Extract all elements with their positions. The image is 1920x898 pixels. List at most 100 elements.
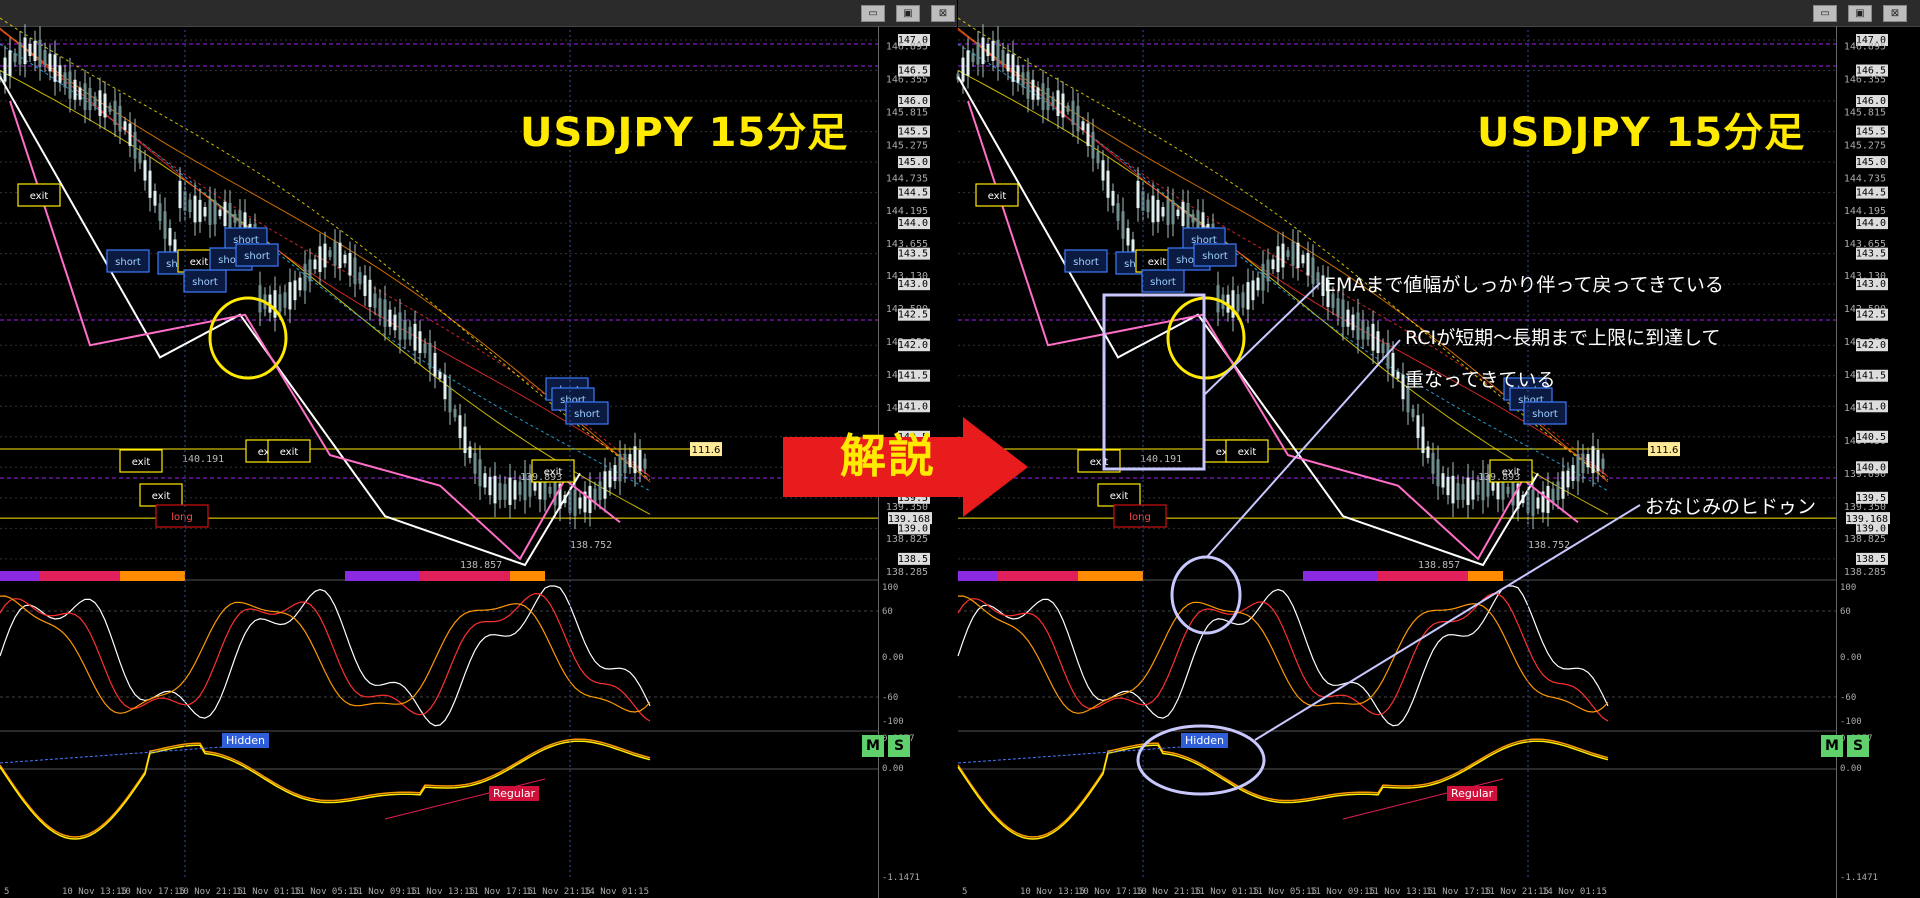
annotation-rci-line1: RCIが短期～長期まで上限に到達して xyxy=(1405,327,1721,349)
candle-body xyxy=(188,199,192,213)
candle-body xyxy=(1411,408,1415,418)
right-chart-title: USDJPY 15分足 xyxy=(1477,110,1806,156)
candle-body xyxy=(623,453,627,474)
candle-body xyxy=(108,105,112,112)
candle-body xyxy=(23,37,27,65)
candle-body xyxy=(1266,259,1270,282)
candle-body xyxy=(1291,241,1295,266)
candle-body xyxy=(28,43,32,57)
candle-body xyxy=(463,426,467,454)
candle-body xyxy=(633,446,637,474)
highlight-circle xyxy=(208,296,288,380)
candle-body xyxy=(971,53,975,63)
signal-label: long xyxy=(1129,512,1151,523)
signal-label: short xyxy=(574,409,600,420)
rci-line xyxy=(957,595,1609,714)
candle-body xyxy=(961,57,965,82)
candle-body xyxy=(976,42,980,65)
x-tick-label: 5 xyxy=(4,887,9,897)
x-tick-label: 11 Nov 17:15 xyxy=(468,887,533,897)
right-regular-tag: Regular xyxy=(1447,786,1498,801)
candle-body xyxy=(518,481,522,495)
candle-body xyxy=(1276,246,1280,273)
x-tick-label: 11 Nov 05:15 xyxy=(1252,887,1317,897)
candle-body xyxy=(618,454,622,482)
rci-line xyxy=(0,585,651,727)
candle-body xyxy=(343,254,347,264)
signal-label: short xyxy=(192,277,218,288)
candle-body xyxy=(303,263,307,291)
candle-body xyxy=(1586,454,1590,468)
candle-body xyxy=(1041,83,1045,110)
candle-body xyxy=(363,275,367,296)
left-regular-tag: Regular xyxy=(489,786,540,801)
candle-body xyxy=(293,280,297,301)
candle-body xyxy=(168,228,172,246)
x-tick-label: 5 xyxy=(962,887,967,897)
x-tick-label: 11 Nov 09:15 xyxy=(1310,887,1375,897)
candle-body xyxy=(493,475,497,504)
candle-body xyxy=(8,50,12,76)
candle-body xyxy=(1371,323,1375,351)
candle-body xyxy=(1366,326,1370,340)
signal-label: exit xyxy=(280,447,299,458)
x-tick-label: 11 Nov 01:15 xyxy=(236,887,301,897)
price-annotation: 138.752 xyxy=(1528,540,1570,551)
candle-body xyxy=(413,323,417,351)
candle-body xyxy=(1376,331,1380,354)
candle-body xyxy=(1031,79,1035,100)
left-m-button[interactable]: M xyxy=(862,735,884,757)
level-label: 111.6 xyxy=(692,445,721,456)
candle-body xyxy=(158,203,162,221)
candle-body xyxy=(113,100,117,125)
candle-body xyxy=(1236,294,1240,312)
candle-body xyxy=(398,312,402,340)
signal-label: exit xyxy=(190,257,209,268)
candle-body xyxy=(348,252,352,276)
candle-body xyxy=(228,202,232,229)
candle-body xyxy=(1361,319,1365,340)
candle-body xyxy=(986,43,990,57)
candle-body xyxy=(1261,263,1265,291)
candle-body xyxy=(598,481,602,501)
annotation-ema: EMAまで値幅がしっかり伴って戻ってきている xyxy=(1324,274,1724,296)
candle-body xyxy=(408,326,412,340)
candle-body xyxy=(1251,280,1255,301)
trend-band xyxy=(345,571,420,581)
candle-body xyxy=(991,40,995,62)
signal-label: exit xyxy=(1110,491,1129,502)
right-m-button[interactable]: M xyxy=(1821,735,1843,757)
candle-body xyxy=(1116,203,1120,221)
screenshot-stage: ▭ ▣ ⊠ ▭ ▣ ⊠ 147.0 146.895 146.5 146.355 146.… xyxy=(0,0,1920,898)
candle-body xyxy=(418,331,422,354)
left-s-button[interactable]: S xyxy=(888,735,910,757)
trend-band xyxy=(420,571,510,581)
candle-body xyxy=(58,65,62,83)
trend-band xyxy=(958,571,998,581)
candle-body xyxy=(1056,90,1060,116)
candle-body xyxy=(1146,199,1150,213)
candle-body xyxy=(358,272,362,284)
candle-body xyxy=(128,123,132,146)
candle-body xyxy=(218,209,222,217)
candle-body xyxy=(996,39,1000,68)
candle-body xyxy=(1306,252,1310,276)
oscillator-line xyxy=(0,738,651,838)
right-s-button[interactable]: S xyxy=(1847,735,1869,757)
candle-body xyxy=(508,477,512,505)
x-tick-label: 10 Nov 13:15 xyxy=(1020,887,1085,897)
candle-body xyxy=(143,160,147,181)
candle-body xyxy=(1311,257,1315,284)
price-annotation: 139.893 xyxy=(520,472,562,483)
candle-body xyxy=(78,87,82,100)
candle-body xyxy=(53,54,57,82)
candle-body xyxy=(1601,458,1605,469)
x-tick-label: 11 Nov 21:15 xyxy=(1484,887,1549,897)
candle-body xyxy=(18,42,22,65)
right-price-axis xyxy=(1836,26,1891,898)
candle-body xyxy=(1576,454,1580,482)
candle-body xyxy=(298,277,302,291)
candle-body xyxy=(1451,475,1455,504)
candle-body xyxy=(393,314,397,331)
candle-body xyxy=(1021,72,1025,88)
